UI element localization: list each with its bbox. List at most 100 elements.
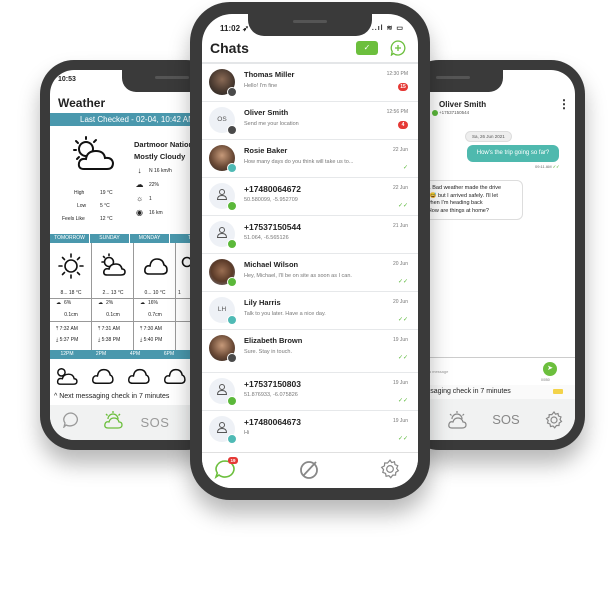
chat-name: Michael Wilson <box>244 260 299 269</box>
tab-map[interactable] <box>298 459 322 481</box>
tab-bar: 19 <box>202 452 418 488</box>
rain-amount: 0.1cm <box>106 312 120 318</box>
forecast-day: 0... 10 °C ☁ 16% 0.7cm ⤒ 7:30 AM ⤓ 5:40 P… <box>134 243 176 350</box>
tab-sos[interactable]: SOS <box>492 412 519 427</box>
hour-label: 2PM <box>95 351 107 357</box>
hourly-header: 12PM 2PM 4PM 6PM <box>50 350 210 359</box>
chat-preview: Hello! I'm fine <box>244 83 278 89</box>
chat-date: 21 Jun <box>392 223 408 229</box>
chat-name: Elizabeth Brown <box>244 336 303 345</box>
hourly-icons <box>54 366 186 386</box>
last-checked-banner: Last Checked - 02-04, 10:42 AM <box>50 113 210 126</box>
tab-bar: SOS <box>415 399 575 440</box>
rain-chance: ☁ 6% <box>56 300 72 306</box>
chat-list-item[interactable]: Thomas Miller Hello! I'm fine 12:30 PM 15 <box>202 64 418 102</box>
battery-icon <box>553 389 563 394</box>
chat-preview: Talk to you later. Have a nice day. <box>244 311 326 317</box>
status-time: 11:02 ➶ <box>220 24 249 33</box>
condition: Mostly Cloudy <box>134 152 186 161</box>
tab-bar: SOS <box>50 405 210 440</box>
chat-name: +17537150544 <box>244 222 301 232</box>
day-label: TOMORROW <box>50 234 90 243</box>
outgoing-message: How's the trip going so far? <box>467 145 559 162</box>
temp-range: 8... 18 °C <box>60 290 82 296</box>
status-badge <box>227 315 237 325</box>
divider <box>50 321 92 322</box>
chat-date: 22 Jun <box>392 147 408 153</box>
conversation-phone: Oliver Smith +17537150544 ⋮ Sa, 26 Jun 2… <box>403 60 585 450</box>
chat-name: Rosie Baker <box>244 146 288 155</box>
sunrise: ⤒ 7:31 AM <box>98 326 120 332</box>
cloud-icon <box>92 368 114 384</box>
forecast-day: 2... 13 °C ☁ 2% 0.1cm ⤒ 7:31 AM ⤓ 5:38 PM <box>92 243 134 350</box>
tab-weather-icon[interactable] <box>447 410 468 429</box>
chats-phone: 11:02 ➶ ..ıl ≋ ▭ Chats ✓ Thomas Miller He… <box>190 2 430 500</box>
uv-stat: ☼ 1 <box>135 194 152 203</box>
person-icon <box>216 384 228 398</box>
chat-list-item[interactable]: +17480064673 Hi 19 Jun ✓✓ <box>202 411 418 452</box>
chat-list-item[interactable]: Elizabeth Brown Sure. Stay in touch. 19 Ju… <box>202 330 418 373</box>
status-badge <box>432 110 438 116</box>
chat-list-item[interactable]: Rosie Baker How many days do you think wi… <box>202 140 418 178</box>
page-title: Chats <box>210 40 249 56</box>
chat-name: Oliver Smith <box>244 108 289 117</box>
cloud-icon <box>164 368 186 384</box>
tab-weather[interactable] <box>92 411 134 434</box>
divider <box>134 298 176 299</box>
chat-preview: 51.064, -6.565126 <box>244 235 289 241</box>
unread-badge: 4 <box>398 121 408 129</box>
chat-preview: 51.876933, -6.075826 <box>244 392 298 398</box>
rain-amount: 0.1cm <box>64 312 78 318</box>
chats-screen: 11:02 ➶ ..ıl ≋ ▭ Chats ✓ Thomas Miller He… <box>202 14 418 488</box>
forecast-grid: 8... 18 °C ☁ 6% 0.1cm ⤒ 7:32 AM ⤓ 5:37 PM… <box>50 243 210 350</box>
page-title: Weather <box>58 96 106 110</box>
phone-notch <box>248 14 372 36</box>
chat-preview: Sure. Stay in touch. <box>244 349 292 355</box>
next-check-notice[interactable]: ^ Next messaging check in 7 minutes <box>54 393 169 400</box>
sunset: ⤓ 5:38 PM <box>98 337 121 343</box>
check-in-button[interactable]: ✓ <box>356 41 378 55</box>
read-ticks-icon: ✓✓ <box>397 203 408 209</box>
low-value: 5 °C <box>100 203 110 209</box>
checkmark-icon: ✓ <box>363 43 371 52</box>
tab-sos[interactable]: SOS <box>134 415 176 430</box>
send-button[interactable]: ➤ <box>543 362 557 376</box>
hour-label: 6PM <box>163 351 175 357</box>
chat-list-item[interactable]: +17537150803 51.876933, -6.075826 19 Jun ✓✓ <box>202 373 418 411</box>
settings-gear-icon <box>380 459 400 479</box>
chat-list-item[interactable]: LH Lily Harris Talk to you later. Have a n… <box>202 292 418 330</box>
chat-date: 20 Jun <box>392 261 408 267</box>
more-menu-icon[interactable]: ⋮ <box>558 98 570 110</box>
new-chat-icon[interactable] <box>390 40 406 56</box>
rain-chance: ☁ 2% <box>98 300 114 306</box>
chat-list-item[interactable]: Michael Wilson Hey, Michael, I'll be on s… <box>202 254 418 292</box>
chat-name: Thomas Miller <box>244 70 295 79</box>
person-icon <box>216 422 228 436</box>
settings-gear-icon[interactable] <box>545 410 563 429</box>
message-time: 09:11 AM ✓✓ <box>535 164 560 169</box>
cloud-icon: ☁ <box>135 180 144 189</box>
chat-preview: How many days do you think will take us … <box>244 159 354 165</box>
read-ticks-icon: ✓✓ <box>397 317 408 323</box>
chat-date: 19 Jun <box>392 337 408 343</box>
tab-chats[interactable]: 19 <box>214 457 238 481</box>
wind-stat: ↓ N 16 km/h <box>134 166 172 175</box>
status-badge <box>227 163 237 173</box>
tab-chats[interactable] <box>50 412 92 433</box>
visibility-stat: ◉ 16 km <box>136 208 163 217</box>
chat-name: +17480064672 <box>244 184 301 194</box>
chat-list-item[interactable]: OS Oliver Smith Send me your location 12:56… <box>202 102 418 140</box>
next-check-notice[interactable]: messaging check in 7 minutes <box>415 385 575 399</box>
chat-list: Thomas Miller Hello! I'm fine 12:30 PM 15 OS… <box>202 62 418 452</box>
chat-list-item[interactable]: +17537150544 51.064, -6.565126 21 Jun <box>202 216 418 254</box>
status-badge <box>227 125 237 135</box>
read-ticks-icon: ✓✓ <box>397 398 408 404</box>
tab-settings[interactable] <box>380 459 404 481</box>
read-ticks-icon: ✓ <box>402 165 408 171</box>
chat-list-item[interactable]: +17480064672 50.580099, -5.952709 22 Jun ✓✓ <box>202 178 418 216</box>
sun-icon <box>58 253 84 279</box>
sun-icon: ☼ <box>135 194 144 203</box>
contact-phone: +17537150544 <box>439 110 470 115</box>
divider <box>92 321 134 322</box>
status-badge <box>227 201 237 211</box>
